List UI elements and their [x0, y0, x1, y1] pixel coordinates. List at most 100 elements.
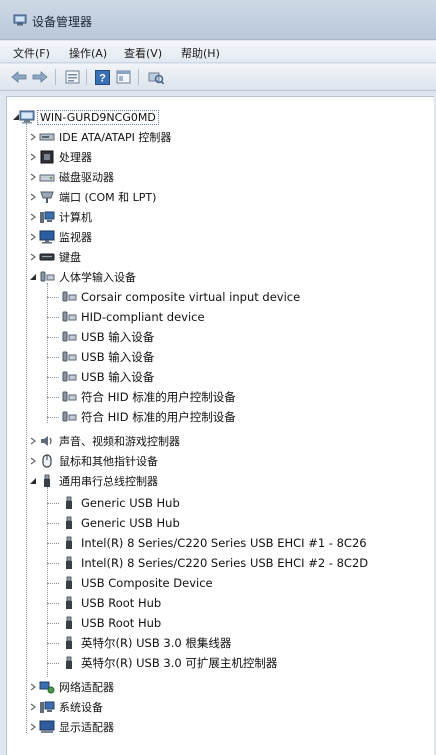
- device-item[interactable]: USB 输入设备: [47, 327, 154, 347]
- category-disk-drive[interactable]: 磁盘驱动器: [29, 167, 114, 187]
- category-system[interactable]: 系统设备: [29, 697, 103, 717]
- device-item[interactable]: Corsair composite virtual input device: [47, 287, 300, 307]
- port-icon: [40, 191, 54, 203]
- collapse-arrow-icon[interactable]: [29, 273, 37, 281]
- category-processor[interactable]: 处理器: [29, 147, 92, 167]
- device-label: USB Root Hub: [81, 616, 162, 630]
- category-ide[interactable]: IDE ATA/ATAPI 控制器: [29, 127, 171, 147]
- expand-arrow-icon[interactable]: [29, 457, 37, 465]
- tree-connector: [47, 643, 59, 644]
- expand-arrow-icon[interactable]: [29, 437, 37, 445]
- device-label: 符合 HID 标准的用户控制设备: [81, 410, 236, 424]
- device-manager-window: 设备管理器 文件(F) 操作(A) 查看(V) 帮助(H) ? WIN-GURD…: [0, 0, 436, 755]
- category-keyboard[interactable]: 键盘: [29, 247, 81, 267]
- help-button[interactable]: ?: [93, 68, 112, 86]
- usb-device-icon: [66, 616, 72, 629]
- collapse-arrow-icon[interactable]: [29, 477, 37, 485]
- expand-arrow-icon[interactable]: [29, 173, 37, 181]
- device-item[interactable]: Intel(R) 8 Series/C220 Series USB EHCI #…: [47, 553, 368, 573]
- category-label: 人体学输入设备: [59, 271, 136, 284]
- category-port[interactable]: 端口 (COM 和 LPT): [29, 187, 156, 207]
- expand-arrow-icon[interactable]: [29, 683, 37, 691]
- expand-arrow-icon[interactable]: [29, 253, 37, 261]
- back-button[interactable]: [9, 68, 28, 86]
- menu-action[interactable]: 操作(A): [67, 45, 109, 61]
- device-item[interactable]: USB 输入设备: [47, 347, 154, 367]
- device-item[interactable]: USB 输入设备: [47, 367, 154, 387]
- tree-connector: [47, 317, 59, 318]
- device-item[interactable]: USB Root Hub: [47, 613, 161, 633]
- tree-connector: [47, 583, 59, 584]
- hid-device-icon: [62, 411, 77, 422]
- category-hid[interactable]: 人体学输入设备: [29, 267, 136, 287]
- expand-arrow-icon[interactable]: [29, 233, 37, 241]
- device-item[interactable]: 英特尔(R) USB 3.0 根集线器: [47, 633, 231, 653]
- mouse-icon: [42, 454, 52, 468]
- device-label: USB 输入设备: [81, 350, 155, 364]
- device-item[interactable]: 英特尔(R) USB 3.0 可扩展主机控制器: [47, 653, 277, 673]
- title-bar[interactable]: 设备管理器: [0, 0, 436, 40]
- tree-connector: [47, 297, 59, 298]
- tree-connector: [47, 377, 59, 378]
- device-label: Generic USB Hub: [81, 496, 180, 510]
- device-tree[interactable]: WIN-GURD9NCG0MD IDE ATA/ATAPI 控制器 处理器 磁盘…: [6, 96, 434, 755]
- expand-arrow-icon[interactable]: [29, 193, 37, 201]
- hid-device-icon: [62, 391, 77, 402]
- menu-help[interactable]: 帮助(H): [179, 45, 222, 61]
- device-item[interactable]: USB Composite Device: [47, 573, 213, 593]
- computer-icon: [40, 211, 55, 223]
- scan-hardware-icon: [148, 72, 164, 85]
- expand-arrow-icon[interactable]: [29, 703, 37, 711]
- menu-file[interactable]: 文件(F): [11, 45, 52, 61]
- usb-device-icon: [66, 656, 72, 669]
- device-item[interactable]: Generic USB Hub: [47, 493, 180, 513]
- view-button[interactable]: [114, 68, 133, 86]
- expand-arrow-icon[interactable]: [29, 723, 37, 731]
- menu-view[interactable]: 查看(V): [122, 45, 164, 61]
- category-computer[interactable]: 计算机: [29, 207, 92, 227]
- expand-arrow-icon[interactable]: [29, 153, 37, 161]
- expand-arrow-icon[interactable]: [29, 213, 37, 221]
- device-label: USB 输入设备: [81, 370, 155, 384]
- device-label: Intel(R) 8 Series/C220 Series USB EHCI #…: [81, 556, 369, 570]
- toolbar-separator: [55, 69, 56, 85]
- device-label: 符合 HID 标准的用户控制设备: [81, 390, 236, 404]
- expand-arrow-icon[interactable]: [29, 133, 37, 141]
- device-item[interactable]: HID-compliant device: [47, 307, 205, 327]
- scan-hardware-button[interactable]: [146, 68, 165, 86]
- device-item[interactable]: Intel(R) 8 Series/C220 Series USB EHCI #…: [47, 533, 367, 553]
- device-item[interactable]: USB Root Hub: [47, 593, 161, 613]
- category-mouse[interactable]: 鼠标和其他指针设备: [29, 451, 158, 471]
- tree-connector: [47, 337, 59, 338]
- category-monitor[interactable]: 监视器: [29, 227, 92, 247]
- device-label: Intel(R) 8 Series/C220 Series USB EHCI #…: [81, 536, 367, 550]
- device-item[interactable]: 符合 HID 标准的用户控制设备: [47, 407, 236, 427]
- category-sound[interactable]: 声音、视频和游戏控制器: [29, 431, 180, 451]
- usb-device-icon: [66, 576, 72, 589]
- monitor-icon: [39, 230, 55, 244]
- device-label: USB Composite Device: [81, 576, 213, 590]
- tree-root[interactable]: WIN-GURD9NCG0MD: [13, 107, 159, 127]
- properties-button[interactable]: [63, 68, 82, 86]
- tree-connector: [47, 543, 59, 544]
- window-title: 设备管理器: [32, 15, 93, 29]
- hid-device-icon: [62, 371, 77, 382]
- category-network[interactable]: 网络适配器: [29, 677, 114, 697]
- category-label: 显示适配器: [59, 721, 114, 734]
- device-item[interactable]: Generic USB Hub: [47, 513, 180, 533]
- ide-controller-icon: [39, 133, 55, 141]
- collapse-arrow-icon[interactable]: [12, 113, 20, 121]
- system-device-icon: [40, 701, 55, 713]
- device-item[interactable]: 符合 HID 标准的用户控制设备: [47, 387, 236, 407]
- tree-connector: [47, 397, 59, 398]
- tree-root-label: WIN-GURD9NCG0MD: [37, 109, 159, 125]
- hid-device-icon: [62, 351, 77, 362]
- category-usb[interactable]: 通用串行总线控制器: [29, 471, 158, 491]
- toolbar-separator: [138, 69, 139, 85]
- view-icon: [116, 70, 131, 84]
- help-icon: ?: [95, 69, 110, 85]
- category-label: 系统设备: [59, 701, 103, 714]
- forward-button[interactable]: [30, 68, 49, 86]
- arrow-left-icon: [10, 71, 26, 83]
- category-display[interactable]: 显示适配器: [29, 717, 114, 737]
